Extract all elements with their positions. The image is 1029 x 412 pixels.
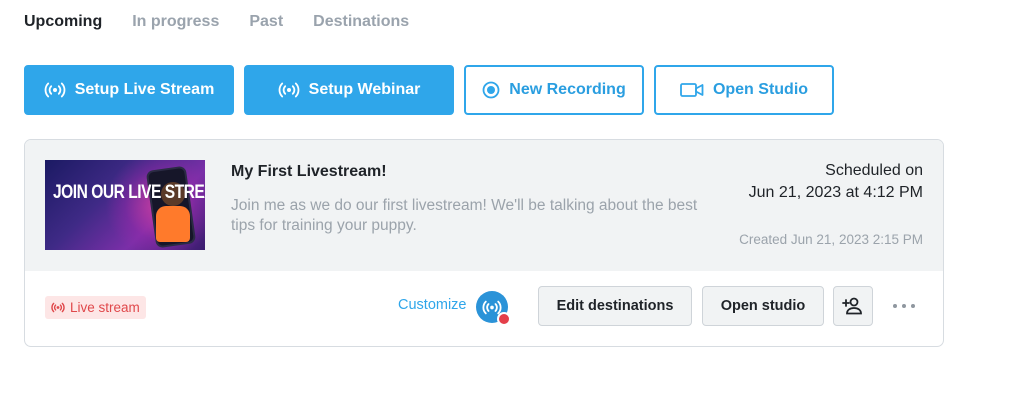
stream-destination-avatar[interactable] (476, 291, 511, 326)
action-bar: Setup Live Stream Setup Webinar New Reco… (24, 65, 844, 115)
more-dot (911, 304, 915, 308)
event-thumbnail[interactable]: JOIN OUR LIVE STREAM (45, 160, 205, 250)
setup-webinar-button[interactable]: Setup Webinar (244, 65, 454, 115)
record-icon (482, 81, 500, 99)
tab-upcoming[interactable]: Upcoming (24, 13, 102, 31)
event-description: Join me as we do our first livestream! W… (231, 197, 698, 234)
thumbnail-person-body (156, 206, 190, 242)
customize-link[interactable]: Customize (398, 297, 467, 313)
new-recording-label: New Recording (509, 81, 626, 98)
more-dot (902, 304, 906, 308)
type-badge: Live stream (45, 296, 146, 319)
more-horizontal-icon[interactable] (893, 296, 915, 316)
edit-destinations-button[interactable]: Edit destinations (538, 286, 692, 326)
tab-destinations[interactable]: Destinations (313, 13, 409, 31)
setup-live-stream-button[interactable]: Setup Live Stream (24, 65, 234, 115)
broadcast-icon (482, 300, 502, 314)
thumbnail-text: JOIN OUR LIVE STREAM (53, 182, 205, 203)
event-card-header: JOIN OUR LIVE STREAM My First Livestream… (25, 140, 943, 271)
add-person-icon (842, 297, 862, 315)
broadcast-icon (278, 82, 300, 98)
more-dot (893, 304, 897, 308)
setup-live-stream-label: Setup Live Stream (74, 81, 215, 98)
broadcast-icon (44, 82, 66, 98)
video-camera-icon (680, 82, 704, 98)
event-title: My First Livestream! (231, 163, 387, 180)
setup-webinar-label: Setup Webinar (308, 81, 421, 98)
scheduled-label: Scheduled on (825, 162, 923, 179)
destination-badge-icon (497, 312, 511, 326)
open-studio-button[interactable]: Open studio (702, 286, 824, 326)
broadcast-icon (51, 302, 65, 313)
open-studio-top-button[interactable]: Open Studio (654, 65, 834, 115)
created-timestamp: Created Jun 21, 2023 2:15 PM (739, 232, 923, 247)
type-badge-label: Live stream (70, 300, 140, 315)
tab-bar: Upcoming In progress Past Destinations (24, 11, 439, 33)
event-card: JOIN OUR LIVE STREAM My First Livestream… (24, 139, 944, 347)
scheduled-date: Jun 21, 2023 at 4:12 PM (748, 184, 923, 201)
tab-past[interactable]: Past (249, 13, 283, 31)
open-studio-top-label: Open Studio (712, 81, 809, 98)
new-recording-button[interactable]: New Recording (464, 65, 644, 115)
tab-in-progress[interactable]: In progress (132, 13, 219, 31)
add-guest-button[interactable] (833, 286, 873, 326)
